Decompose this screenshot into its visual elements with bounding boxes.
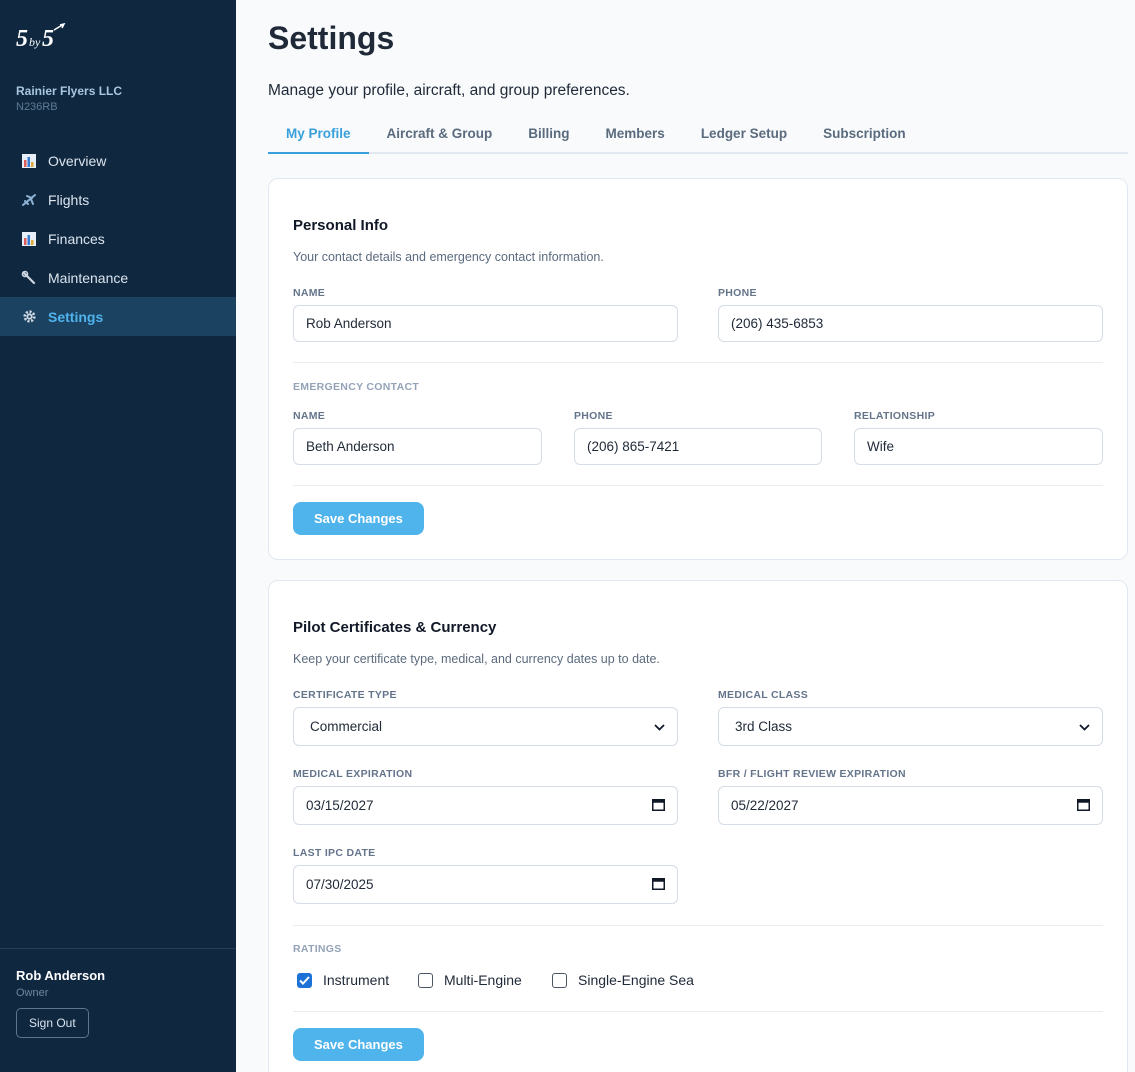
svg-text:by: by [29, 35, 41, 49]
medical-class-select[interactable]: 3rd Class [718, 707, 1103, 746]
sidebar-item-overview[interactable]: Overview [0, 141, 236, 180]
emergency-phone-field[interactable]: (206) 865-7421 [574, 428, 822, 465]
tab-aircraft-group[interactable]: Aircraft & Group [369, 117, 511, 154]
org-info: Rainier Flyers LLC N236RB [16, 84, 122, 113]
sidebar-item-flights[interactable]: Flights [0, 180, 236, 219]
user-role: Owner [16, 987, 49, 999]
sign-out-button[interactable]: Sign Out [16, 1008, 89, 1038]
calendar-icon[interactable] [1077, 798, 1090, 814]
relationship-field[interactable]: Wife [854, 428, 1103, 465]
divider [293, 1011, 1103, 1012]
personal-info-description: Your contact details and emergency conta… [293, 250, 604, 264]
sidebar-item-settings[interactable]: Settings [0, 297, 236, 336]
divider [293, 485, 1103, 486]
tab-ledger-setup[interactable]: Ledger Setup [683, 117, 805, 154]
page-subtitle: Manage your profile, aircraft, and group… [268, 82, 630, 99]
phone-label: PHONE [718, 287, 757, 299]
tab-members[interactable]: Members [588, 117, 683, 154]
tab-subscription[interactable]: Subscription [805, 117, 924, 154]
sidebar-item-label: Finances [48, 230, 105, 247]
pilot-certificates-card: Pilot Certificates & Currency Keep your … [268, 580, 1128, 1072]
tail-number: N236RB [16, 101, 58, 113]
wrench-icon [20, 269, 38, 287]
personal-info-title: Personal Info [293, 217, 389, 234]
save-changes-button[interactable]: Save Changes [293, 1028, 424, 1061]
logo-icon: 5 by 5 [16, 22, 66, 52]
gear-icon [20, 308, 38, 326]
user-name: Rob Anderson [16, 968, 106, 983]
checkbox-checked[interactable] [297, 972, 312, 988]
bfr-expiration-field[interactable]: 05/22/2027 [718, 786, 1103, 825]
personal-info-card: Personal Info Your contact details and e… [268, 178, 1128, 560]
sidebar-item-maintenance[interactable]: Maintenance [0, 258, 236, 297]
rating-label: Multi-Engine [444, 972, 522, 988]
tab-my-profile[interactable]: My Profile [268, 117, 369, 154]
last-ipc-value: 07/30/2025 [306, 877, 374, 892]
emergency-name-field[interactable]: Beth Anderson [293, 428, 542, 465]
calendar-icon[interactable] [652, 877, 665, 893]
sidebar-item-label: Maintenance [48, 269, 129, 286]
last-ipc-field[interactable]: 07/30/2025 [293, 865, 678, 904]
main-content: Settings Manage your profile, aircraft, … [236, 0, 1135, 1072]
chevron-down-icon [1079, 719, 1090, 734]
phone-field[interactable]: (206) 435-6853 [718, 305, 1103, 342]
certificate-type-label: CERTIFICATE TYPE [293, 689, 397, 701]
pilot-certificates-description: Keep your certificate type, medical, and… [293, 652, 660, 666]
divider [293, 362, 1103, 363]
certificate-type-value: Commercial [310, 719, 383, 734]
medical-class-value: 3rd Class [735, 719, 793, 734]
medical-class-label: MEDICAL CLASS [718, 689, 809, 701]
ratings-heading: RATINGS [293, 943, 342, 955]
org-name: Rainier Flyers LLC [16, 84, 123, 98]
bar-chart-icon [20, 152, 38, 170]
pilot-certificates-title: Pilot Certificates & Currency [293, 619, 497, 636]
sidebar-item-label: Overview [48, 152, 107, 169]
calendar-icon[interactable] [652, 798, 665, 814]
save-changes-button[interactable]: Save Changes [293, 502, 424, 535]
relationship-label: RELATIONSHIP [854, 410, 935, 422]
divider [293, 925, 1103, 926]
rating-label: Single-Engine Sea [578, 972, 694, 988]
rating-single-engine-sea[interactable]: Single-Engine Sea [552, 972, 694, 988]
rating-multi-engine[interactable]: Multi-Engine [418, 972, 522, 988]
svg-text:5: 5 [42, 26, 54, 52]
certificate-type-select[interactable]: Commercial [293, 707, 678, 746]
svg-text:5: 5 [16, 26, 28, 52]
bar-chart-icon [20, 230, 38, 248]
settings-tabs: My Profile Aircraft & Group Billing Memb… [268, 117, 1128, 154]
bfr-expiration-value: 05/22/2027 [731, 798, 799, 813]
emergency-contact-heading: EMERGENCY CONTACT [293, 381, 420, 393]
sidebar: 5 by 5 Rainier Flyers LLC N236RB Overvie… [0, 0, 236, 1072]
name-label: NAME [293, 287, 326, 299]
medical-expiration-value: 03/15/2027 [306, 798, 374, 813]
user-panel: Rob Anderson Owner Sign Out [0, 948, 236, 1038]
medical-expiration-field[interactable]: 03/15/2027 [293, 786, 678, 825]
checkbox[interactable] [418, 972, 433, 988]
rating-instrument[interactable]: Instrument [297, 972, 389, 988]
last-ipc-label: LAST IPC DATE [293, 847, 376, 859]
tab-billing[interactable]: Billing [510, 117, 587, 154]
name-field[interactable]: Rob Anderson [293, 305, 678, 342]
page-title: Settings [268, 20, 395, 56]
rating-label: Instrument [323, 972, 390, 988]
bfr-expiration-label: BFR / FLIGHT REVIEW EXPIRATION [718, 768, 906, 780]
sidebar-item-label: Settings [48, 308, 104, 325]
emergency-phone-label: PHONE [574, 410, 613, 422]
airplane-icon [20, 191, 38, 209]
emergency-name-label: NAME [293, 410, 326, 422]
medical-expiration-label: MEDICAL EXPIRATION [293, 768, 413, 780]
app-logo[interactable]: 5 by 5 [16, 22, 68, 52]
checkbox[interactable] [552, 972, 567, 988]
chevron-down-icon [654, 719, 665, 734]
sidebar-nav: Overview Flights Finances Maintenance Se… [0, 141, 236, 336]
sidebar-item-finances[interactable]: Finances [0, 219, 236, 258]
sidebar-item-label: Flights [48, 191, 90, 208]
